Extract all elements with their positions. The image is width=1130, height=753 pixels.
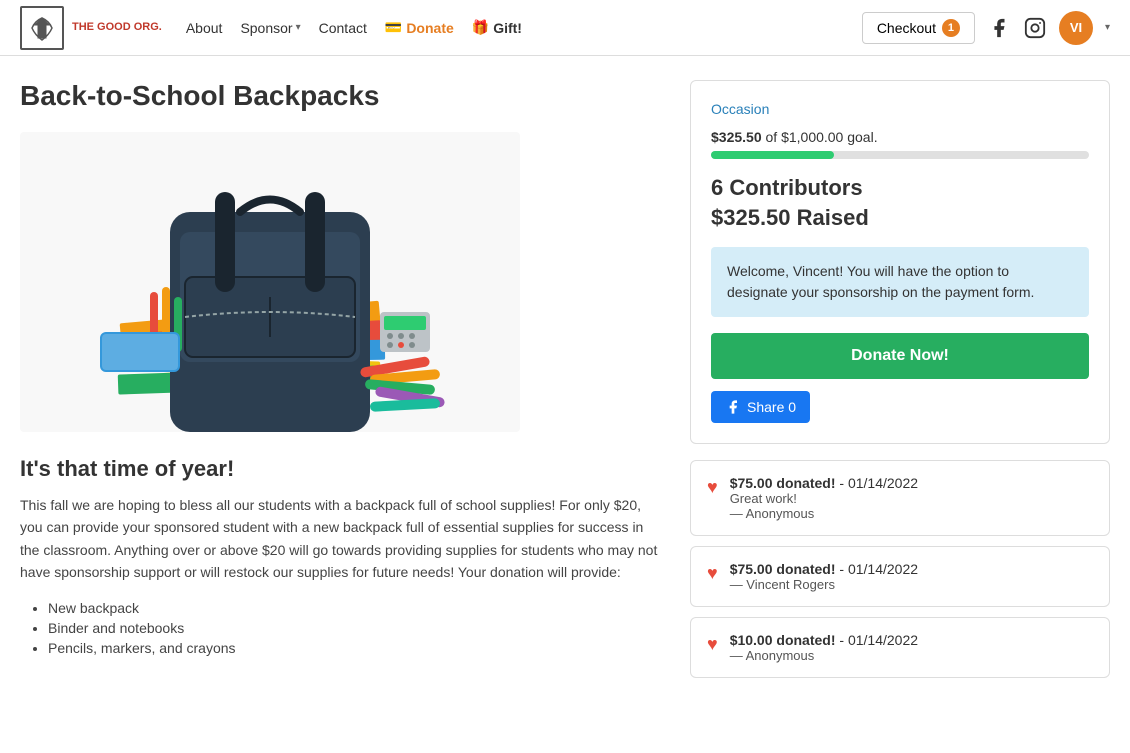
page-title: Back-to-School Backpacks bbox=[20, 80, 660, 112]
backpack-illustration bbox=[20, 132, 520, 432]
nav-gift-label: Gift! bbox=[493, 20, 522, 36]
donation-card-1: ♥ $75.00 donated! - 01/14/2022 — Vincent… bbox=[690, 546, 1110, 607]
donation-card-0: ♥ $75.00 donated! - 01/14/2022 Great wor… bbox=[690, 460, 1110, 536]
nav-contact[interactable]: Contact bbox=[319, 20, 367, 36]
navbar: THE GOOD ORG. About Sponsor ▾ Contact 💳 … bbox=[0, 0, 1130, 56]
heart-icon: ♥ bbox=[707, 634, 718, 655]
content-subtitle: It's that time of year! bbox=[20, 456, 660, 482]
donation-card-2: ♥ $10.00 donated! - 01/14/2022 — Anonymo… bbox=[690, 617, 1110, 678]
right-column: Occasion $325.50 of $1,000.00 goal. 6 Co… bbox=[690, 80, 1110, 688]
heart-icon: ♥ bbox=[707, 563, 718, 584]
nav-about[interactable]: About bbox=[186, 20, 223, 36]
nav-sponsor-label: Sponsor bbox=[240, 20, 292, 36]
raised-amount: $325.50 bbox=[711, 129, 762, 145]
donation-donor-0: — Anonymous bbox=[730, 506, 1093, 521]
donation-date-1: - bbox=[839, 561, 848, 577]
progress-bar-container bbox=[711, 151, 1089, 159]
checkout-label: Checkout bbox=[877, 20, 936, 36]
donation-date-val-2: 01/14/2022 bbox=[848, 632, 918, 648]
donation-amount-2: $10.00 donated! bbox=[730, 632, 836, 648]
list-item: New backpack bbox=[48, 600, 660, 616]
list-item: Pencils, markers, and crayons bbox=[48, 640, 660, 656]
heart-icon: ♥ bbox=[707, 477, 718, 498]
welcome-message: Welcome, Vincent! You will have the opti… bbox=[711, 247, 1089, 317]
nav-donate[interactable]: 💳 Donate bbox=[385, 19, 454, 36]
donation-info-0: $75.00 donated! - 01/14/2022 Great work!… bbox=[730, 475, 1093, 521]
donation-line-0: $75.00 donated! - 01/14/2022 bbox=[730, 475, 1093, 491]
fb-icon bbox=[725, 399, 741, 415]
facebook-share-button[interactable]: Share 0 bbox=[711, 391, 810, 423]
gift-icon: 🎁 bbox=[472, 19, 489, 36]
chevron-down-icon: ▾ bbox=[296, 22, 301, 33]
logo[interactable]: THE GOOD ORG. bbox=[20, 6, 162, 50]
nav-right: Checkout 1 VI ▾ bbox=[862, 11, 1110, 45]
facebook-icon[interactable] bbox=[987, 16, 1011, 40]
logo-icon bbox=[27, 13, 57, 43]
donation-date-val-0: 01/14/2022 bbox=[848, 475, 918, 491]
donation-donor-1: — Vincent Rogers bbox=[730, 577, 1093, 592]
donation-info-1: $75.00 donated! - 01/14/2022 — Vincent R… bbox=[730, 561, 1093, 592]
main-container: Back-to-School Backpacks bbox=[0, 56, 1130, 712]
user-avatar[interactable]: VI bbox=[1059, 11, 1093, 45]
donation-date-val-1: 01/14/2022 bbox=[848, 561, 918, 577]
nav-sponsor[interactable]: Sponsor ▾ bbox=[240, 20, 300, 36]
donation-info-2: $10.00 donated! - 01/14/2022 — Anonymous bbox=[730, 632, 1093, 663]
donation-amount-1: $75.00 donated! bbox=[730, 561, 836, 577]
nav-gift[interactable]: 🎁 Gift! bbox=[472, 19, 522, 36]
logo-text: THE GOOD ORG. bbox=[72, 21, 162, 34]
logo-box bbox=[20, 6, 64, 50]
donation-message-0: Great work! bbox=[730, 491, 1093, 506]
user-dropdown-icon[interactable]: ▾ bbox=[1105, 22, 1110, 33]
nav-donate-label: Donate bbox=[406, 20, 453, 36]
progress-bar-fill bbox=[711, 151, 834, 159]
donation-date-2: - bbox=[839, 632, 848, 648]
contributors-count: 6 Contributors bbox=[711, 175, 1089, 201]
donation-line-2: $10.00 donated! - 01/14/2022 bbox=[730, 632, 1093, 648]
supply-list: New backpack Binder and notebooks Pencil… bbox=[20, 600, 660, 656]
raised-label: $325.50 Raised bbox=[711, 205, 1089, 231]
card-icon: 💳 bbox=[385, 19, 402, 36]
goal-suffix: of $1,000.00 goal. bbox=[762, 129, 878, 145]
donation-line-1: $75.00 donated! - 01/14/2022 bbox=[730, 561, 1093, 577]
list-item: Binder and notebooks bbox=[48, 620, 660, 636]
content-body: This fall we are hoping to bless all our… bbox=[20, 494, 660, 584]
left-column: Back-to-School Backpacks bbox=[20, 80, 660, 688]
fb-share-label: Share 0 bbox=[747, 399, 796, 415]
campaign-image bbox=[20, 132, 520, 432]
campaign-panel: Occasion $325.50 of $1,000.00 goal. 6 Co… bbox=[690, 80, 1110, 444]
donation-donor-2: — Anonymous bbox=[730, 648, 1093, 663]
donation-date-0: - bbox=[839, 475, 848, 491]
nav-links: About Sponsor ▾ Contact 💳 Donate 🎁 Gift! bbox=[186, 19, 862, 36]
donate-now-button[interactable]: Donate Now! bbox=[711, 333, 1089, 379]
checkout-button[interactable]: Checkout 1 bbox=[862, 12, 975, 44]
instagram-icon[interactable] bbox=[1023, 16, 1047, 40]
checkout-badge: 1 bbox=[942, 19, 960, 37]
donation-amount-0: $75.00 donated! bbox=[730, 475, 836, 491]
occasion-label: Occasion bbox=[711, 101, 1089, 117]
goal-text: $325.50 of $1,000.00 goal. bbox=[711, 129, 1089, 145]
